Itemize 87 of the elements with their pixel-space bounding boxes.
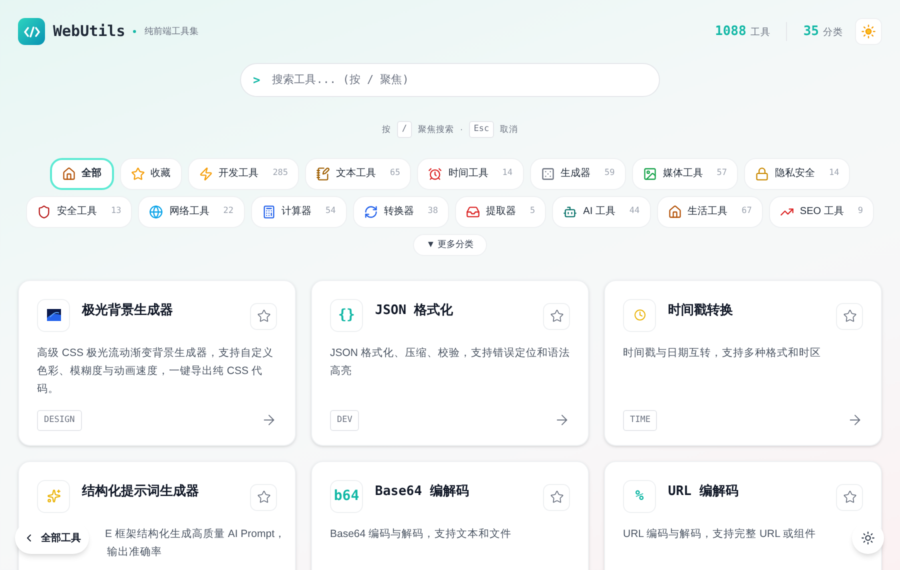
lightning-icon [198,166,213,181]
tool-description: URL 编码与解码，支持完整 URL 或组件 [623,526,817,542]
tool-title: 结构化提示词生成器 [82,482,200,501]
category-chip[interactable]: 计算器 54 [250,196,347,228]
lock-icon [755,166,770,181]
tool-glyph: {} [338,306,355,325]
key-label: Esc [468,121,494,138]
tool-title: 极光背景生成器 [82,302,174,320]
category-chip[interactable]: 收藏 [120,158,182,190]
star-icon [842,490,856,504]
category-chip[interactable]: 时间工具 14 [417,158,524,190]
globe-icon [149,204,164,219]
all-tools-button[interactable]: 全部工具 [15,522,89,554]
tool-card[interactable]: {} JSON 格式化 JSON 格式化、压缩、校验，支持错误定位和语法高亮 DEV [311,280,589,446]
stat-value: 1088 [715,22,746,41]
robot-icon [563,204,578,219]
category-chip[interactable]: SEO 工具 9 [768,196,874,228]
category-chip[interactable]: 提取器 5 [455,196,546,228]
tool-title: URL 编解码 [668,482,740,501]
stat-label: 工具 [750,26,770,40]
category-chip[interactable]: 生活工具 67 [656,196,763,228]
favorite-button[interactable] [836,484,863,511]
house-icon [668,204,682,219]
tool-tag: TIME [623,410,658,431]
tool-tag: DEV [330,410,360,431]
notepad-icon [316,166,330,181]
house-icon [62,166,76,181]
tool-description: 时间戳与日期互转，支持多种格式和时区 [623,346,822,361]
category-chip[interactable]: 文本工具 65 [305,158,412,190]
category-chip[interactable]: 开发工具 285 [188,158,300,190]
star-icon [256,490,270,504]
stat-value: 35 [803,22,819,41]
clock-icon [634,309,646,322]
refresh-icon [364,204,378,219]
star-icon [550,309,564,324]
sun-icon [861,531,875,545]
category-chip[interactable]: 生成器 59 [530,158,626,190]
favorite-button[interactable] [250,302,277,330]
tool-card[interactable]: 时间戳转换 时间戳与日期互转，支持多种格式和时区 TIME [604,280,882,446]
tool-tag: DESIGN [37,410,82,431]
search-prompt: > [253,72,260,89]
more-categories-button[interactable]: ▼ 更多分类 [413,234,487,256]
alarm-clock-icon [428,166,442,181]
image-icon [642,166,657,181]
hint-text: 聚焦搜索 [418,123,454,136]
sparkle-icon [46,489,60,504]
tool-glyph: % [635,486,644,506]
category-chip[interactable]: 网络工具 22 [138,196,245,228]
inbox-icon [466,204,480,219]
search-input[interactable]: 搜索工具... (按 / 聚焦) [272,72,647,88]
logo-icon [18,18,45,45]
tagline: 纯前端工具集 [144,24,198,38]
favorite-button[interactable] [250,484,277,511]
tool-card[interactable]: b64 Base64 编解码 Base64 编码与解码，支持文本和文件 [311,460,589,570]
tool-title: JSON 格式化 [375,302,454,320]
tool-description: 高级 CSS 极光流动渐变背景生成器，支持自定义色彩、模糊度与动画速度，一键导出纯 CSS 代码。 [37,346,274,397]
tool-description: 输出准确率 [107,544,163,560]
tool-glyph: b64 [334,486,360,506]
category-chip[interactable]: 媒体工具 57 [632,158,738,190]
category-chip[interactable]: AI 工具 44 [552,196,651,228]
favorite-button[interactable] [543,484,570,511]
tool-card[interactable]: % URL 编解码 URL 编码与解码，支持完整 URL 或组件 [604,460,882,570]
stat-label: 分类 [823,26,843,40]
tool-title: Base64 编解码 [375,482,470,501]
star-icon [256,309,270,324]
favorite-button[interactable] [543,302,570,330]
star-icon [842,309,856,324]
hint-separator: · [460,123,463,136]
tool-description: Base64 编码与解码，支持文本和文件 [330,526,513,542]
brand-name: WebUtils [53,21,126,42]
tool-description: JSON 格式化、压缩、校验，支持错误定位和语法高亮 [330,346,570,379]
star-icon [130,166,145,181]
key-label: / [396,121,412,138]
hint-text: 按 [382,123,391,136]
category-chip[interactable]: 安全工具 13 [26,196,132,228]
star-icon [550,490,564,504]
category-chip[interactable]: 隐私安全 14 [744,158,850,190]
dice-icon [540,166,555,181]
category-chip[interactable]: 转换器 38 [352,196,450,228]
sun-icon [861,24,876,39]
tool-title: 时间戳转换 [668,302,734,320]
hint-text: 取消 [500,123,518,136]
tool-card[interactable]: 极光背景生成器 高级 CSS 极光流动渐变背景生成器，支持自定义色彩、模糊度与动画速度，一键导出纯 CSS 代码。 DESIGN [18,280,296,446]
category-chip[interactable]: 全部 [50,158,114,190]
shield-icon [37,204,52,219]
calculator-icon [262,204,276,219]
favorite-button[interactable] [836,302,863,330]
